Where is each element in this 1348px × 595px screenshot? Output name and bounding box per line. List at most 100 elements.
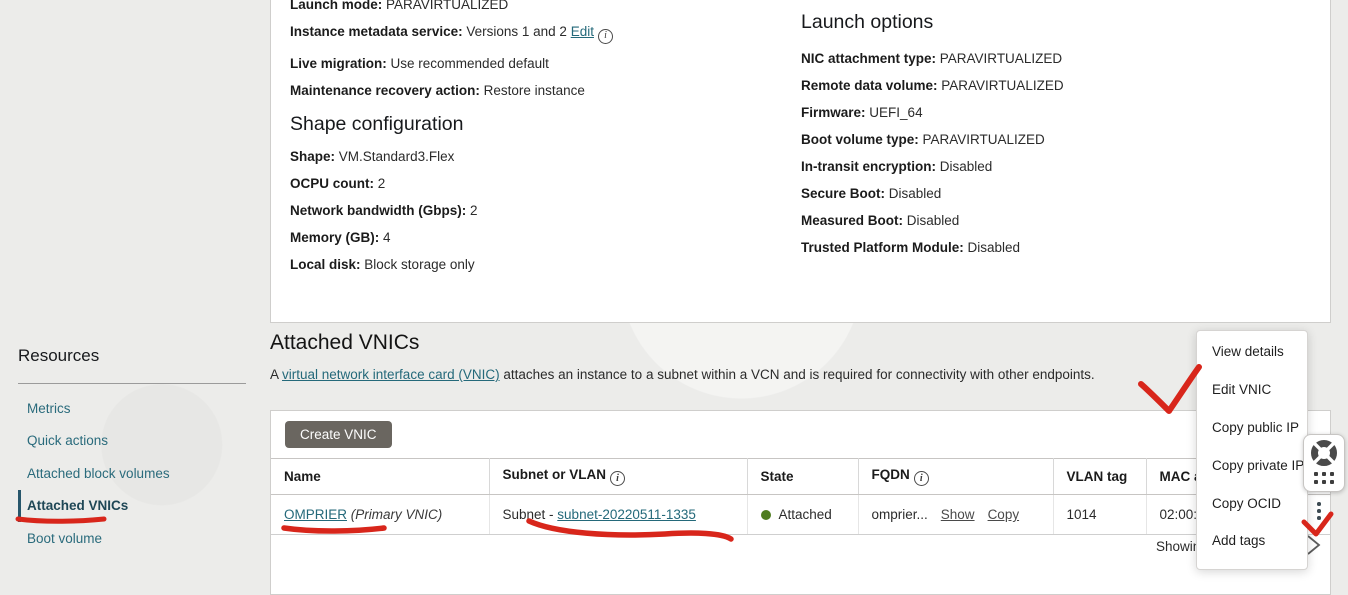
detail-label: Local disk:	[290, 257, 361, 272]
detail-row: Measured Boot: Disabled	[801, 213, 1301, 228]
detail-value: Restore instance	[484, 83, 585, 98]
detail-row: Memory (GB): 4	[290, 230, 770, 245]
description-text: A	[270, 367, 282, 382]
detail-row: Live migration: Use recommended default	[290, 56, 770, 71]
launch-options-title: Launch options	[801, 10, 1301, 34]
resources-sidebar: Resources Metrics Quick actions Attached…	[18, 341, 246, 555]
menu-item-add-tags[interactable]: Add tags	[1197, 522, 1307, 560]
detail-label: Launch mode:	[290, 0, 382, 12]
cell-fqdn: omprier... Show Copy	[858, 495, 1053, 535]
attached-vnics-section-header: Attached VNICs A virtual network interfa…	[270, 331, 1270, 383]
detail-row: Trusted Platform Module: Disabled	[801, 240, 1301, 255]
detail-row: Local disk: Block storage only	[290, 257, 770, 272]
vnic-doc-link[interactable]: virtual network interface card (VNIC)	[282, 367, 500, 382]
detail-label: In-transit encryption:	[801, 159, 936, 174]
vnics-table-panel: Create VNIC Name Subnet or VLANi State F…	[270, 410, 1331, 595]
row-actions-context-menu: View details Edit VNIC Copy public IP Co…	[1196, 330, 1308, 570]
sidebar-item-label[interactable]: Boot volume	[27, 531, 102, 546]
detail-value: PARAVIRTUALIZED	[941, 78, 1063, 93]
menu-item-view-details[interactable]: View details	[1197, 333, 1307, 371]
detail-label: Boot volume type:	[801, 132, 919, 147]
primary-vnic-note: (Primary VNIC)	[351, 507, 443, 522]
detail-value: Versions 1 and 2	[466, 24, 567, 39]
detail-row: Remote data volume: PARAVIRTUALIZED	[801, 78, 1301, 93]
detail-label: Firmware:	[801, 105, 866, 120]
detail-row: NIC attachment type: PARAVIRTUALIZED	[801, 51, 1301, 66]
cell-subnet: Subnet - subnet-20220511-1335	[489, 495, 747, 535]
info-icon[interactable]: i	[598, 29, 613, 44]
sidebar-item-quick-actions[interactable]: Quick actions	[18, 425, 246, 458]
detail-value: PARAVIRTUALIZED	[940, 51, 1062, 66]
instance-details-left-column: Launch mode: PARAVIRTUALIZED Instance me…	[290, 0, 770, 284]
detail-label: Shape:	[290, 149, 335, 164]
status-text: Attached	[779, 507, 832, 522]
detail-row: Instance metadata service: Versions 1 an…	[290, 24, 770, 44]
status-dot-green	[761, 510, 771, 520]
detail-row: Shape: VM.Standard3.Flex	[290, 149, 770, 164]
floating-help-widget[interactable]	[1303, 434, 1345, 492]
detail-value: 2	[470, 203, 478, 218]
launch-options-column: Launch options NIC attachment type: PARA…	[801, 10, 1301, 267]
menu-item-copy-public-ip[interactable]: Copy public IP	[1197, 409, 1307, 447]
column-header-name[interactable]: Name	[271, 459, 489, 495]
description-text: attaches an instance to a subnet within …	[500, 367, 1095, 382]
column-header-subnet[interactable]: Subnet or VLANi	[489, 459, 747, 495]
resources-title: Resources	[18, 345, 246, 367]
detail-label: Memory (GB):	[290, 230, 379, 245]
info-icon[interactable]: i	[914, 471, 929, 486]
detail-value: Block storage only	[364, 257, 474, 272]
sidebar-item-attached-vnics[interactable]: Attached VNICs	[18, 490, 246, 523]
detail-label: Live migration:	[290, 56, 387, 71]
detail-row: Secure Boot: Disabled	[801, 186, 1301, 201]
sidebar-item-label[interactable]: Quick actions	[27, 433, 108, 448]
sidebar-item-label[interactable]: Metrics	[27, 401, 71, 416]
show-fqdn-link[interactable]: Show	[941, 507, 975, 522]
sidebar-item-boot-volume[interactable]: Boot volume	[18, 522, 246, 555]
table-row: OMPRIER (Primary VNIC) Subnet - subnet-2…	[271, 495, 1331, 535]
edit-metadata-link[interactable]: Edit	[571, 24, 594, 39]
column-header-vlan-tag[interactable]: VLAN tag	[1053, 459, 1146, 495]
menu-item-copy-private-ip[interactable]: Copy private IP	[1197, 446, 1307, 484]
cell-name: OMPRIER (Primary VNIC)	[271, 495, 489, 535]
detail-value: Disabled	[907, 213, 960, 228]
info-icon[interactable]: i	[610, 471, 625, 486]
detail-label: Instance metadata service:	[290, 24, 463, 39]
shape-configuration-title: Shape configuration	[290, 112, 770, 136]
detail-label: Trusted Platform Module:	[801, 240, 964, 255]
grid-dots-icon[interactable]	[1314, 472, 1334, 484]
create-vnic-button[interactable]: Create VNIC	[285, 421, 392, 448]
detail-value: Disabled	[968, 240, 1021, 255]
column-header-fqdn[interactable]: FQDNi	[858, 459, 1053, 495]
subnet-link[interactable]: subnet-20220511-1335	[557, 507, 696, 522]
vnic-name-link[interactable]: OMPRIER	[284, 507, 347, 522]
fqdn-value: omprier...	[872, 507, 928, 522]
detail-value: Disabled	[889, 186, 942, 201]
detail-value: Disabled	[940, 159, 993, 174]
vnics-table: Name Subnet or VLANi State FQDNi VLAN ta…	[271, 458, 1331, 535]
sidebar-divider	[18, 383, 246, 384]
menu-item-copy-ocid[interactable]: Copy OCID	[1197, 484, 1307, 522]
detail-label: Remote data volume:	[801, 78, 938, 93]
detail-label: Maintenance recovery action:	[290, 83, 480, 98]
copy-fqdn-link[interactable]: Copy	[988, 507, 1020, 522]
sidebar-item-label[interactable]: Attached VNICs	[27, 498, 128, 513]
detail-label: Measured Boot:	[801, 213, 903, 228]
detail-row: OCPU count: 2	[290, 176, 770, 191]
detail-row: Network bandwidth (Gbps): 2	[290, 203, 770, 218]
detail-row: Maintenance recovery action: Restore ins…	[290, 83, 770, 98]
column-header-state[interactable]: State	[747, 459, 858, 495]
detail-value: 4	[383, 230, 391, 245]
detail-row: In-transit encryption: Disabled	[801, 159, 1301, 174]
sidebar-item-metrics[interactable]: Metrics	[18, 392, 246, 425]
life-ring-icon[interactable]	[1310, 439, 1338, 467]
kebab-menu-icon[interactable]	[1317, 502, 1321, 520]
menu-item-edit-vnic[interactable]: Edit VNIC	[1197, 371, 1307, 409]
cell-vlan-tag: 1014	[1053, 495, 1146, 535]
detail-value: UEFI_64	[869, 105, 922, 120]
detail-value: VM.Standard3.Flex	[339, 149, 455, 164]
sidebar-item-attached-block-volumes[interactable]: Attached block volumes	[18, 457, 246, 490]
subnet-prefix: Subnet -	[503, 507, 558, 522]
detail-label: Network bandwidth (Gbps):	[290, 203, 466, 218]
sidebar-item-label[interactable]: Attached block volumes	[27, 466, 170, 481]
detail-label: OCPU count:	[290, 176, 374, 191]
